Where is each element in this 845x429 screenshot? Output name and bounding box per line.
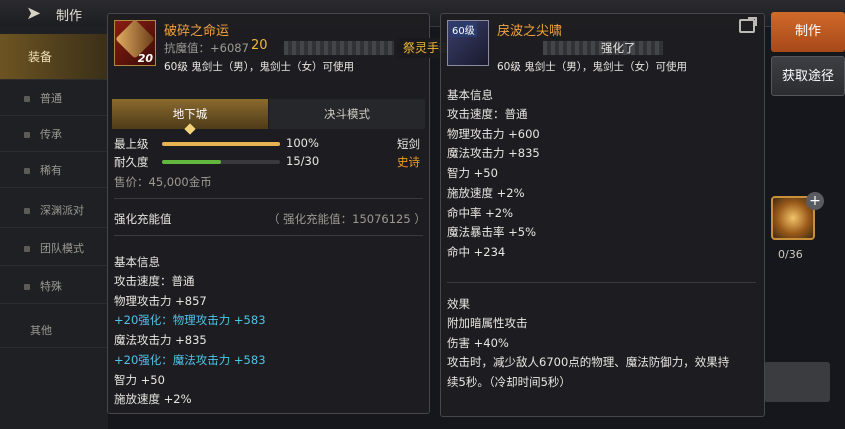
requirement-text: 60级 鬼剑士（男），鬼剑士（女）可使用	[164, 61, 354, 73]
stat-line: 攻击速度：普通	[114, 274, 195, 288]
menu-item-equipment[interactable]: 装备	[0, 34, 108, 80]
obtain-route-button[interactable]: 获取途径	[771, 56, 845, 96]
stat-line: 伤害 +40%	[447, 335, 509, 350]
grade-bar-fill	[162, 142, 280, 146]
reinforce-level: 20	[251, 38, 268, 53]
grade-bar	[162, 142, 280, 146]
reinforce-power-label: 强化充能值	[114, 212, 172, 226]
menu-label: 深渊派对	[40, 204, 84, 217]
menu-label: 普通	[40, 92, 62, 105]
stat-line: 魔法攻击力 +835	[447, 146, 540, 161]
stat-line: +20强化：魔法攻击力 +583	[114, 352, 266, 367]
resist-value: 抗魔值：+6087	[164, 41, 249, 55]
stat-line: +20强化：物理攻击力 +583	[114, 313, 266, 328]
menu-item-special[interactable]: 特殊	[0, 270, 108, 304]
make-button[interactable]: 制作	[771, 12, 845, 52]
item-name: 戾波之尖啸	[497, 24, 563, 39]
bullet-icon	[24, 96, 30, 102]
plus-icon[interactable]: +	[806, 192, 824, 210]
bullet-icon	[24, 132, 30, 138]
item-icon: 20	[114, 19, 156, 66]
durability-value: 15/30	[286, 154, 320, 168]
back-arrow-icon[interactable]: ➤	[26, 3, 41, 24]
divider	[114, 198, 423, 199]
divider	[114, 235, 423, 236]
stat-line: 物理攻击力 +600	[447, 126, 540, 141]
menu-label: 稀有	[40, 164, 62, 177]
stat-line: 附加暗属性攻击	[447, 316, 528, 330]
durability-label: 耐久度	[114, 155, 149, 169]
stat-line: 魔法攻击力 +835	[114, 333, 207, 348]
category-menu: 装备 普通 传承 稀有 深渊派对 团队模式 特殊 其他	[0, 26, 108, 429]
stat-line: 智力 +50	[114, 372, 165, 387]
item-tooltip-equipped: 20 破碎之命运 抗魔值：+6087 20 60级 鬼剑士（男），鬼剑士（女）可…	[107, 13, 430, 414]
stat-line: 施放速度 +2%	[114, 392, 192, 407]
bullet-icon	[24, 168, 30, 174]
stat-line: 续5秒。（冷却时间5秒）	[447, 375, 571, 390]
basic-info-title: 基本信息	[447, 88, 493, 102]
mode-tabs: 地下城 决斗模式	[112, 99, 425, 135]
stat-line: 魔法暴击率 +5%	[447, 225, 537, 240]
page-title: 制作	[56, 9, 83, 24]
menu-label: 特殊	[40, 280, 62, 293]
durability-bar	[162, 160, 280, 164]
title-suffix: 强化了	[601, 41, 636, 55]
menu-item-other[interactable]: 其他	[0, 314, 108, 348]
bullet-icon	[24, 208, 30, 214]
stat-line: 施放速度 +2%	[447, 185, 525, 200]
menu-label: 团队模式	[40, 242, 84, 255]
stat-line: 攻击时，减少敌人6700点的物理、魔法防御力，效果持	[447, 355, 730, 370]
share-icon[interactable]	[739, 17, 757, 33]
menu-label: 传承	[40, 128, 62, 141]
basic-info-title: 基本信息	[114, 255, 160, 269]
price-text: 售价：45,000金币	[114, 175, 212, 189]
redacted-region	[284, 41, 394, 55]
grade-percent: 100%	[286, 136, 319, 150]
stat-line: 攻击速度：普通	[447, 107, 528, 121]
background-button[interactable]	[764, 362, 830, 402]
bullet-icon	[24, 284, 30, 290]
item-icon: 60级	[447, 20, 489, 66]
stat-line: 智力 +50	[447, 166, 498, 181]
item-name: 破碎之命运	[164, 24, 230, 39]
stat-line: 命中 +234	[447, 244, 506, 259]
rarity-label: 史诗	[397, 155, 420, 169]
bullet-icon	[24, 246, 30, 252]
tab-dungeon[interactable]: 地下城	[112, 99, 268, 135]
tab-indicator-icon	[184, 123, 196, 135]
stat-line: 命中率 +2%	[447, 205, 514, 220]
reinforce-power-value: （ 强化充能值：15076125 ）	[268, 212, 426, 226]
effect-title: 效果	[447, 297, 470, 311]
tab-duel[interactable]: 决斗模式	[269, 99, 425, 129]
weapon-type: 短剑	[397, 137, 420, 151]
tab-label: 地下城	[172, 107, 208, 121]
stat-line: 物理攻击力 +857	[114, 293, 207, 308]
divider	[447, 282, 756, 283]
material-count: 0/36	[778, 248, 803, 261]
menu-item-abyss[interactable]: 深渊派对	[0, 194, 108, 228]
menu-item-inherit[interactable]: 传承	[0, 118, 108, 152]
menu-item-normal[interactable]: 普通	[0, 82, 108, 116]
menu-item-raid[interactable]: 团队模式	[0, 232, 108, 266]
level-badge: 60级	[450, 22, 477, 37]
durability-bar-fill	[162, 160, 221, 164]
item-tooltip-compare: 60级 戾波之尖啸 强化了 60级 鬼剑士（男），鬼剑士（女）可使用 基本信息 …	[440, 13, 765, 417]
grade-label: 最上级	[114, 137, 149, 151]
icon-level: 20	[137, 52, 153, 65]
requirement-text: 60级 鬼剑士（男），鬼剑士（女）可使用	[497, 61, 687, 73]
menu-item-rare[interactable]: 稀有	[0, 154, 108, 188]
